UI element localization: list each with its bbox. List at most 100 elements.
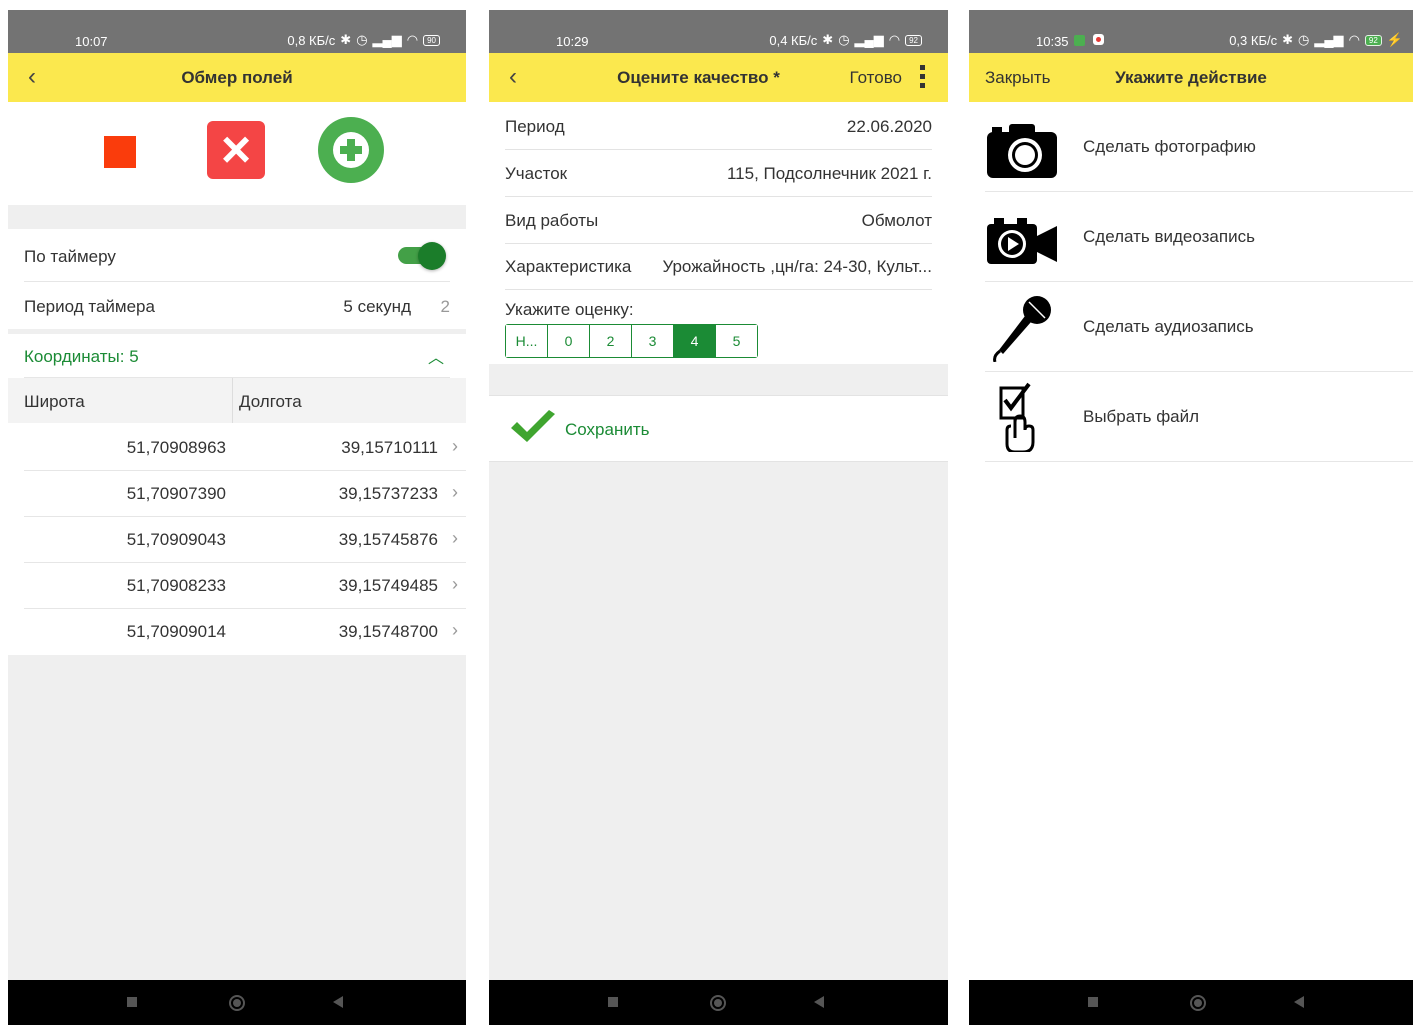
nav-back-icon[interactable] xyxy=(333,996,343,1008)
done-button[interactable]: Готово xyxy=(850,68,903,88)
alarm-icon: ◷ xyxy=(838,32,850,47)
charging-icon: ⚡ xyxy=(1386,32,1403,47)
signal-icon: ▂▄▆ xyxy=(854,32,884,47)
table-row[interactable]: 51,70908233 39,15749485 › xyxy=(24,562,466,609)
latitude-cell: 51,70908963 xyxy=(126,438,226,457)
microphone-icon xyxy=(993,296,1051,362)
chevron-right-icon: › xyxy=(452,574,458,594)
screen-choose-action: 10:35 0,3 КБ/с ✱ ◷ ▂▄▆ ◠ 92 ⚡ Закрыть Ук… xyxy=(969,10,1413,1025)
rating-label: Укажите оценку: xyxy=(505,300,634,319)
field-period[interactable]: Период 22.06.2020 xyxy=(505,103,932,150)
timer-toggle[interactable] xyxy=(398,242,446,270)
chevron-right-icon: › xyxy=(452,482,458,502)
more-menu-icon[interactable] xyxy=(920,65,926,88)
network-speed: 0,4 КБ/с xyxy=(769,32,818,48)
field-characteristic[interactable]: Характеристика Урожайность ,цн/га: 24-30… xyxy=(505,243,932,290)
longitude-cell: 39,15737233 xyxy=(338,484,438,503)
latitude-cell: 51,70908233 xyxy=(126,576,226,595)
status-bar: 10:07 0,8 КБ/с ✱ ◷ ▂▄▆ ◠ 90 xyxy=(8,10,466,53)
rating-selector: Н... 0 2 3 4 5 xyxy=(505,324,758,358)
period-label: Период таймера xyxy=(24,297,155,316)
table-row[interactable]: 51,70909043 39,15745876 › xyxy=(24,516,466,563)
field-label: Вид работы xyxy=(505,211,599,230)
checkmark-icon xyxy=(511,410,555,442)
save-button[interactable]: Сохранить xyxy=(489,395,948,462)
field-plot[interactable]: Участок 115, Подсолнечник 2021 г. xyxy=(505,150,932,197)
status-icons: 0,3 КБ/с ✱ ◷ ▂▄▆ ◠ 92 ⚡ xyxy=(1229,32,1403,48)
android-nav-bar xyxy=(8,980,466,1025)
app-bar: ‹ Оцените качество * Готово xyxy=(489,53,948,102)
video-camera-icon xyxy=(987,218,1057,264)
page-title: Обмер полей xyxy=(181,68,293,87)
page-title: Оцените качество * xyxy=(617,68,780,87)
table-row[interactable]: 51,70908963 39,15710111 › xyxy=(24,424,466,471)
recent-apps-icon[interactable] xyxy=(1088,997,1098,1007)
coordinates-count: Координаты: 5 xyxy=(24,347,139,366)
column-latitude: Широта xyxy=(24,392,85,411)
recent-apps-icon[interactable] xyxy=(608,997,618,1007)
latitude-cell: 51,70909014 xyxy=(126,622,226,641)
delete-button[interactable]: × xyxy=(207,121,265,179)
chevron-right-icon: › xyxy=(452,436,458,456)
timer-row: По таймеру xyxy=(24,229,450,282)
stop-button[interactable] xyxy=(104,136,136,168)
action-label: Сделать фотографию xyxy=(1083,137,1256,156)
list-item-record-audio[interactable]: Сделать аудиозапись xyxy=(985,282,1413,372)
screen-field-measurement: 10:07 0,8 КБ/с ✱ ◷ ▂▄▆ ◠ 90 ‹ Обмер поле… xyxy=(8,10,466,1025)
list-item-record-video[interactable]: Сделать видеозапись xyxy=(985,192,1413,282)
rating-option[interactable]: 0 xyxy=(548,325,590,357)
latitude-cell: 51,70909043 xyxy=(126,530,226,549)
nav-back-icon[interactable] xyxy=(814,996,824,1008)
battery-icon: 92 xyxy=(1364,34,1382,46)
field-value: 115, Подсолнечник 2021 г. xyxy=(726,164,932,183)
field-value: Урожайность ,цн/га: 24-30, Культ... xyxy=(662,257,932,276)
select-file-icon xyxy=(999,382,1035,452)
home-icon[interactable] xyxy=(229,995,245,1011)
battery-icon: 92 xyxy=(905,34,922,46)
field-label: Период xyxy=(505,117,565,136)
home-icon[interactable] xyxy=(710,995,726,1011)
android-nav-bar xyxy=(489,980,948,1025)
period-value: 5 секунд xyxy=(343,297,411,316)
nav-back-icon[interactable] xyxy=(1294,996,1304,1008)
latitude-cell: 51,70907390 xyxy=(126,484,226,503)
list-item-choose-file[interactable]: Выбрать файл xyxy=(985,372,1413,462)
rating-option-selected[interactable]: 4 xyxy=(674,325,716,357)
home-icon[interactable] xyxy=(1190,995,1206,1011)
column-longitude: Долгота xyxy=(239,392,302,411)
table-row[interactable]: 51,70907390 39,15737233 › xyxy=(24,470,466,517)
rating-option[interactable]: 3 xyxy=(632,325,674,357)
signal-icon: ▂▄▆ xyxy=(372,32,402,47)
signal-icon: ▂▄▆ xyxy=(1314,32,1344,47)
battery-icon: 90 xyxy=(423,34,440,46)
period-number: 2 xyxy=(440,297,450,316)
bluetooth-icon: ✱ xyxy=(340,32,352,47)
list-item-take-photo[interactable]: Сделать фотографию xyxy=(985,102,1413,192)
table-row[interactable]: 51,70909014 39,15748700 › xyxy=(24,608,466,654)
field-value: Обмолот xyxy=(861,211,932,230)
rating-option[interactable]: Н... xyxy=(506,325,548,357)
coordinates-section: Координаты: 5 ︿ Широта Долгота 51,709089… xyxy=(8,334,466,655)
add-button[interactable] xyxy=(318,117,384,183)
status-time: 10:29 xyxy=(556,34,589,49)
android-nav-bar xyxy=(969,980,1413,1025)
record-icon xyxy=(1093,34,1104,45)
field-work-type[interactable]: Вид работы Обмолот xyxy=(505,197,932,244)
status-time: 10:07 xyxy=(75,34,108,49)
chevron-up-icon[interactable]: ︿ xyxy=(428,344,444,368)
bluetooth-icon: ✱ xyxy=(822,32,834,47)
longitude-cell: 39,15710111 xyxy=(341,438,438,457)
action-label: Выбрать файл xyxy=(1083,407,1200,426)
longitude-cell: 39,15749485 xyxy=(338,576,438,595)
rating-option[interactable]: 2 xyxy=(590,325,632,357)
rating-option[interactable]: 5 xyxy=(716,325,757,357)
app-bar: ‹ Обмер полей xyxy=(8,53,466,102)
action-label: Сделать видеозапись xyxy=(1083,227,1255,246)
status-bar: 10:29 0,4 КБ/с ✱ ◷ ▂▄▆ ◠ 92 xyxy=(489,10,948,53)
wifi-icon: ◠ xyxy=(406,32,419,47)
app-bar: Закрыть Укажите действие xyxy=(969,53,1413,102)
coordinates-header[interactable]: Координаты: 5 ︿ xyxy=(24,334,450,378)
table-header: Широта Долгота xyxy=(8,378,466,423)
recent-apps-icon[interactable] xyxy=(127,997,137,1007)
timer-period-row[interactable]: Период таймера 5 секунд 2 xyxy=(24,282,450,328)
